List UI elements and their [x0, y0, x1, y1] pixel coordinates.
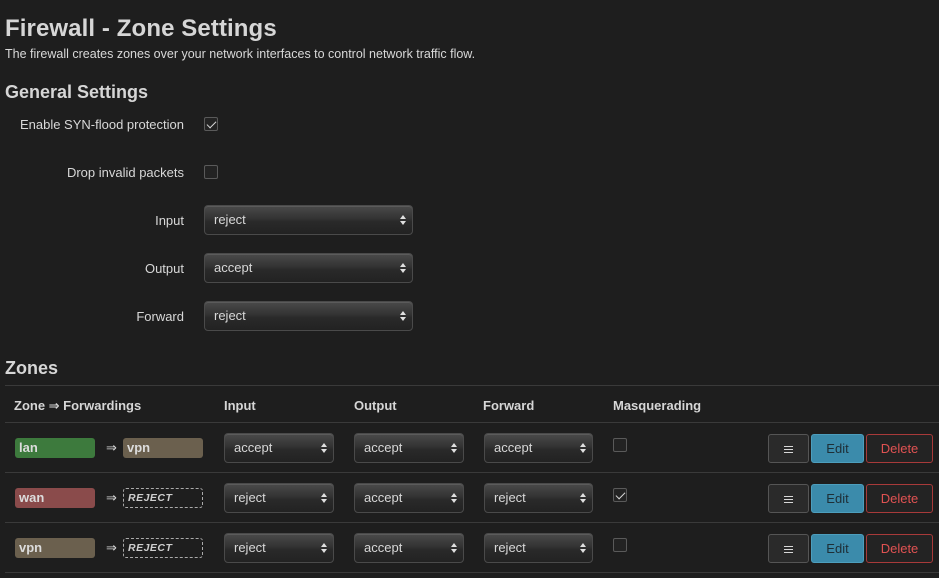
- select-arrows-icon: [451, 493, 457, 503]
- zone-output-select[interactable]: accept: [354, 483, 464, 513]
- output-policy-value: accept: [214, 260, 253, 275]
- syn-flood-label: Enable SYN-flood protection: [19, 117, 184, 132]
- select-arrows-icon: [451, 543, 457, 553]
- page: Firewall - Zone Settings The firewall cr…: [0, 0, 939, 578]
- drop-invalid-label: Drop invalid packets: [66, 165, 184, 180]
- forward-policy-value: reject: [214, 308, 246, 323]
- forward-target-badge: vpn: [123, 438, 203, 458]
- zone-row-vpn: vpn ⇒ REJECT reject accept reject Edit D…: [5, 523, 939, 573]
- zone-input-select[interactable]: reject: [224, 483, 334, 513]
- select-arrows-icon: [400, 215, 406, 225]
- zone-forward-value: reject: [494, 540, 526, 555]
- edit-button[interactable]: Edit: [811, 484, 864, 513]
- select-arrows-icon: [580, 543, 586, 553]
- col-zone-forwardings: Zone ⇒ Forwardings: [14, 398, 142, 413]
- zone-row-lan: lan ⇒ vpn accept accept accept Edit Dele…: [5, 423, 939, 473]
- reorder-menu-button[interactable]: [768, 484, 809, 513]
- zone-forward-value: accept: [494, 440, 533, 455]
- reorder-menu-button[interactable]: [768, 434, 809, 463]
- delete-button[interactable]: Delete: [866, 534, 933, 563]
- zone-input-select[interactable]: accept: [224, 433, 334, 463]
- masquerading-checkbox[interactable]: [613, 488, 627, 502]
- zone-forward-select[interactable]: accept: [484, 433, 593, 463]
- page-title: Firewall - Zone Settings: [5, 15, 277, 42]
- menu-icon: [784, 446, 793, 453]
- select-arrows-icon: [400, 311, 406, 321]
- delete-button[interactable]: Delete: [866, 434, 933, 463]
- select-arrows-icon: [321, 543, 327, 553]
- zone-forward-select[interactable]: reject: [484, 533, 593, 563]
- output-policy-label: Output: [144, 261, 184, 276]
- page-description: The firewall creates zones over your net…: [5, 47, 476, 61]
- zone-output-value: accept: [364, 540, 403, 555]
- col-output: Output: [354, 398, 397, 413]
- masquerading-checkbox[interactable]: [613, 538, 627, 552]
- menu-icon: [784, 546, 793, 553]
- edit-button[interactable]: Edit: [811, 534, 864, 563]
- select-arrows-icon: [580, 493, 586, 503]
- masquerading-checkbox[interactable]: [613, 438, 627, 452]
- zone-row-wan: wan ⇒ REJECT reject accept reject Edit D…: [5, 473, 939, 523]
- select-arrows-icon: [321, 443, 327, 453]
- zone-forward-select[interactable]: reject: [484, 483, 593, 513]
- zones-title: Zones: [5, 358, 59, 378]
- zone-badge: wan: [15, 488, 95, 508]
- zone-input-value: accept: [234, 440, 273, 455]
- zone-output-value: accept: [364, 490, 403, 505]
- zone-badge: lan: [15, 438, 95, 458]
- forward-arrow: ⇒: [106, 440, 117, 455]
- forward-policy-select[interactable]: reject: [204, 301, 413, 331]
- select-arrows-icon: [400, 263, 406, 273]
- forward-target-badge: REJECT: [123, 488, 203, 508]
- zone-input-value: reject: [234, 490, 266, 505]
- forward-arrow: ⇒: [106, 490, 117, 505]
- zone-forward-value: reject: [494, 490, 526, 505]
- reorder-menu-button[interactable]: [768, 534, 809, 563]
- select-arrows-icon: [451, 443, 457, 453]
- syn-flood-checkbox[interactable]: [204, 117, 218, 131]
- zones-table-header: Zone ⇒ Forwardings Input Output Forward …: [5, 385, 939, 423]
- output-policy-select[interactable]: accept: [204, 253, 413, 283]
- input-policy-select[interactable]: reject: [204, 205, 413, 235]
- zone-input-select[interactable]: reject: [224, 533, 334, 563]
- edit-button[interactable]: Edit: [811, 434, 864, 463]
- forward-arrow: ⇒: [106, 540, 117, 555]
- drop-invalid-checkbox[interactable]: [204, 165, 218, 179]
- forward-policy-label: Forward: [136, 309, 184, 324]
- forward-target-badge: REJECT: [123, 538, 203, 558]
- zones-table: Zone ⇒ Forwardings Input Output Forward …: [5, 385, 939, 573]
- zone-badge: vpn: [15, 538, 95, 558]
- zone-output-select[interactable]: accept: [354, 433, 464, 463]
- input-policy-label: Input: [155, 213, 184, 228]
- menu-icon: [784, 496, 793, 503]
- general-settings-title: General Settings: [5, 82, 149, 102]
- input-policy-value: reject: [214, 212, 246, 227]
- select-arrows-icon: [580, 443, 586, 453]
- zone-input-value: reject: [234, 540, 266, 555]
- col-input: Input: [224, 398, 256, 413]
- select-arrows-icon: [321, 493, 327, 503]
- zone-output-select[interactable]: accept: [354, 533, 464, 563]
- col-forward: Forward: [483, 398, 535, 413]
- col-masquerading: Masquerading: [613, 398, 702, 413]
- zone-output-value: accept: [364, 440, 403, 455]
- delete-button[interactable]: Delete: [866, 484, 933, 513]
